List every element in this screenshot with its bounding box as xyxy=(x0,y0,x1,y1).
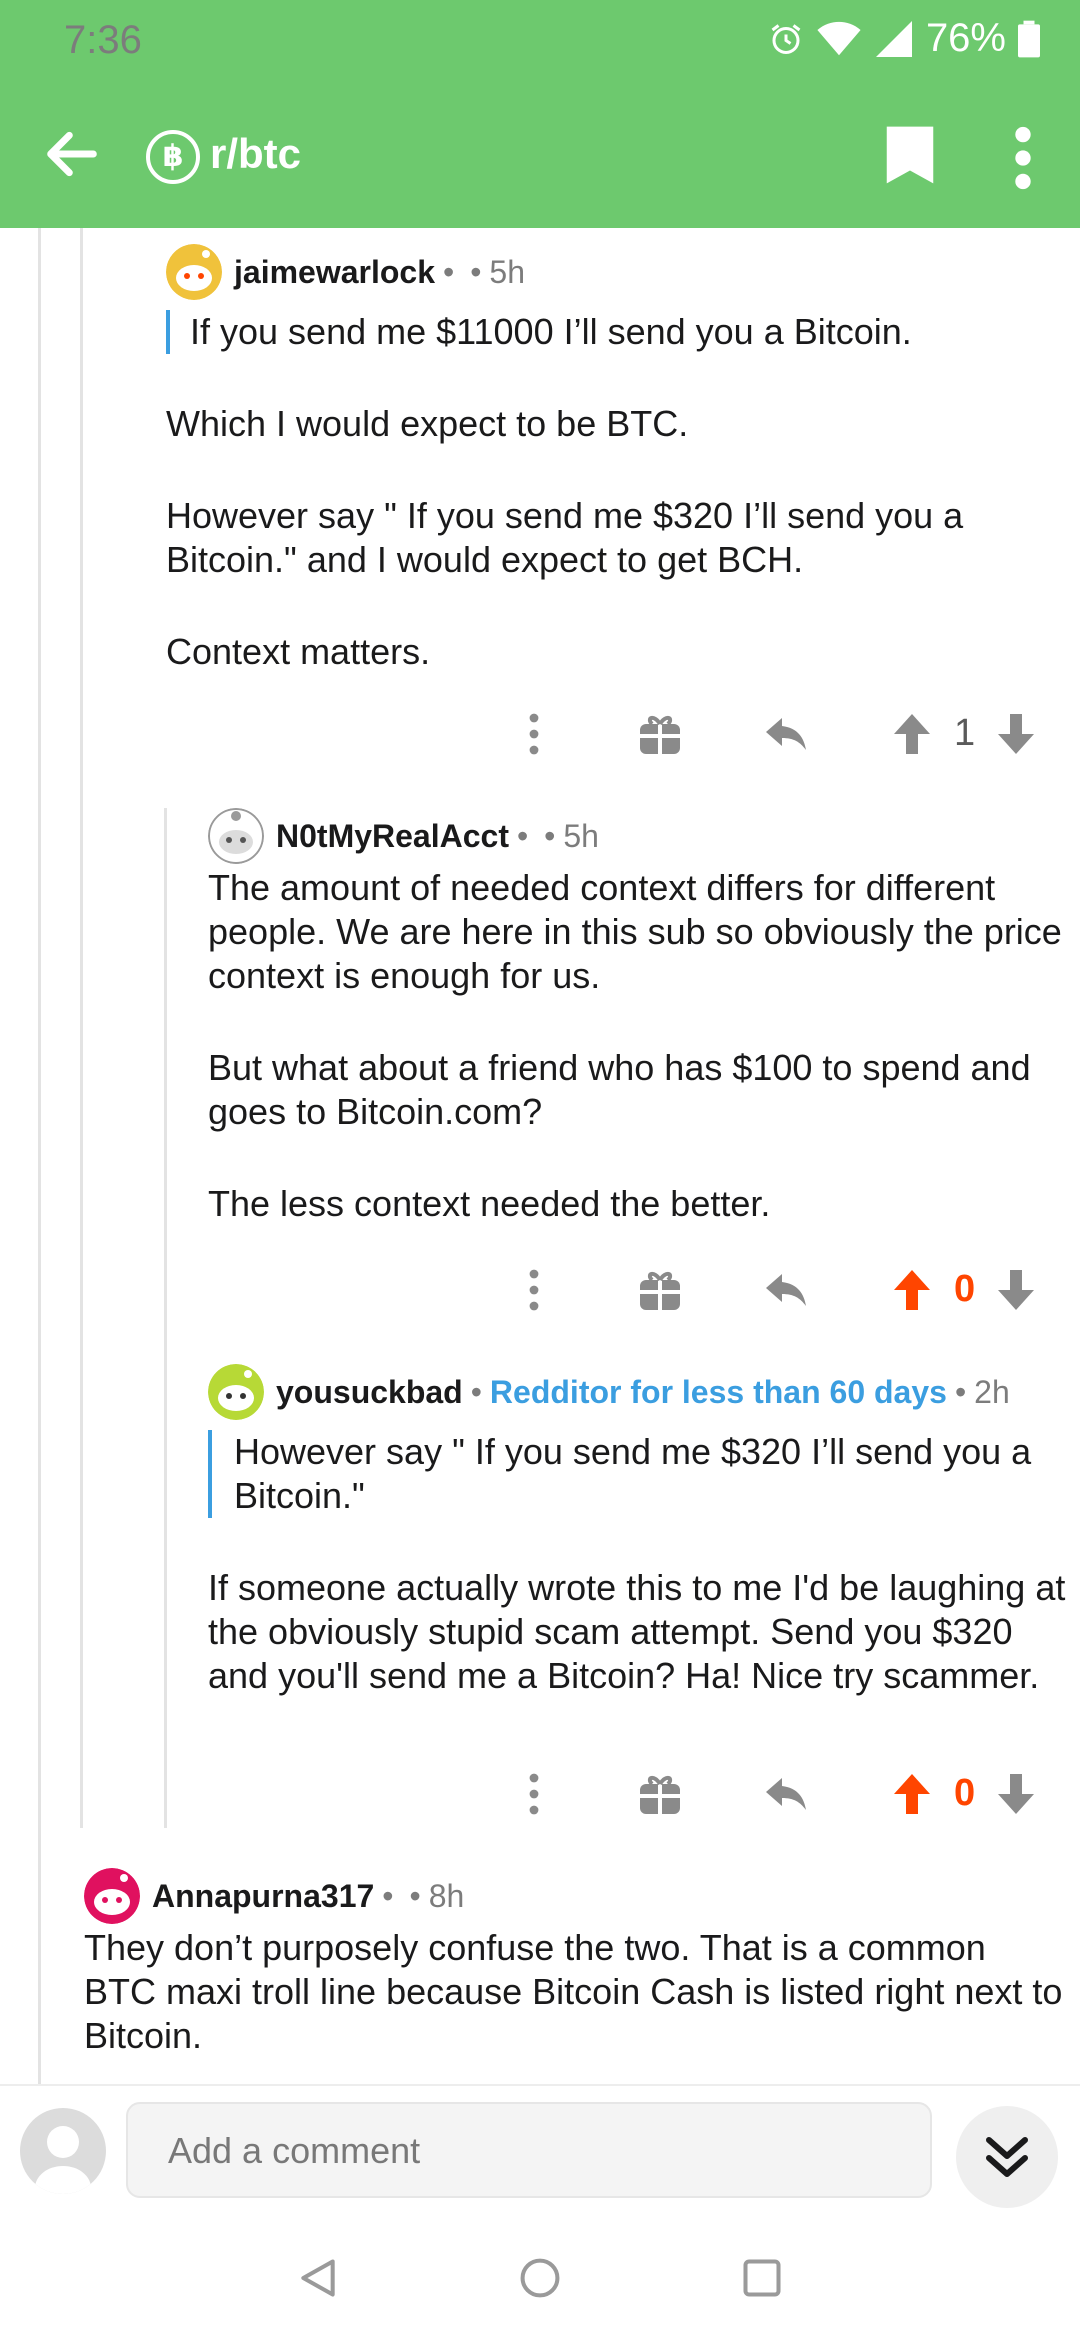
battery-icon xyxy=(1018,20,1040,57)
separator: • xyxy=(443,253,455,290)
comment: Annapurna317 • • 8h They don’t purposely… xyxy=(84,1866,1064,2058)
person-icon xyxy=(35,2126,91,2194)
collapse-button[interactable] xyxy=(956,2106,1058,2208)
status-bar: 7:36 76% xyxy=(0,0,1080,80)
separator: • xyxy=(382,1877,394,1914)
avatar[interactable] xyxy=(84,1868,140,1924)
vote-score: 1 xyxy=(954,712,976,754)
app-toolbar: ฿ r/btc xyxy=(0,80,1080,228)
username[interactable]: Annapurna317 xyxy=(152,1878,374,1915)
battery-percent: 76% xyxy=(925,16,1006,60)
separator: • xyxy=(544,817,556,854)
avatar[interactable] xyxy=(208,1364,264,1420)
blockquote: However say " If you send me $320 I’ll s… xyxy=(208,1430,1068,1518)
comment-meta: yousuckbad • Redditor for less than 60 d… xyxy=(208,1362,1068,1422)
downvote-icon[interactable] xyxy=(992,710,1040,758)
wifi-icon xyxy=(817,21,861,55)
subreddit-icon: ฿ xyxy=(146,130,200,184)
more-vert-icon[interactable] xyxy=(510,1770,558,1818)
paragraph: However say " If you send me $320 I’ll s… xyxy=(166,495,964,580)
blockquote: If you send me $11000 I’ll send you a Bi… xyxy=(166,310,1046,354)
add-comment-input[interactable]: Add a comment xyxy=(126,2102,932,2198)
comment-actions: 0 xyxy=(0,1764,1080,1824)
status-icons: 76% xyxy=(768,16,1040,61)
paragraph: The amount of needed context differs for… xyxy=(208,867,1062,996)
reply-icon[interactable] xyxy=(762,1266,810,1314)
award-icon[interactable] xyxy=(636,1266,684,1314)
comment-body: However say " If you send me $320 I’ll s… xyxy=(208,1430,1068,1698)
user-flair: Redditor for less than 60 days xyxy=(489,1373,947,1410)
paragraph: The less context needed the better. xyxy=(208,1183,771,1224)
paragraph: Context matters. xyxy=(166,631,431,672)
back-nav-icon[interactable] xyxy=(296,2256,340,2300)
downvote-icon[interactable] xyxy=(992,1770,1040,1818)
paragraph: If someone actually wrote this to me I'd… xyxy=(208,1567,1066,1696)
comment-time: 8h xyxy=(428,1877,465,1914)
comment-meta: jaimewarlock • • 5h xyxy=(166,242,1046,302)
downvote-icon[interactable] xyxy=(992,1266,1040,1314)
comment: jaimewarlock • • 5h If you send me $1100… xyxy=(166,242,1046,674)
username[interactable]: N0tMyRealAcct xyxy=(276,818,509,855)
award-icon[interactable] xyxy=(636,710,684,758)
award-icon[interactable] xyxy=(636,1770,684,1818)
avatar[interactable] xyxy=(208,808,264,864)
signal-icon xyxy=(875,20,912,57)
arrow-left-icon[interactable] xyxy=(40,122,104,186)
status-time: 7:36 xyxy=(64,18,142,62)
alarm-icon xyxy=(771,23,801,54)
more-vert-icon[interactable] xyxy=(510,1266,558,1314)
username[interactable]: yousuckbad xyxy=(276,1374,463,1411)
home-nav-icon[interactable] xyxy=(518,2256,562,2300)
separator: • xyxy=(470,1373,482,1410)
paragraph: They don’t purposely confuse the two. Th… xyxy=(84,1927,1063,2056)
vote-score: 0 xyxy=(954,1268,976,1310)
recents-nav-icon[interactable] xyxy=(740,2256,784,2300)
subreddit-name[interactable]: r/btc xyxy=(210,130,301,178)
separator: • xyxy=(409,1877,421,1914)
comment-actions: 0 xyxy=(0,1260,1080,1320)
system-navigation-bar xyxy=(0,2216,1080,2340)
user-avatar[interactable] xyxy=(20,2108,106,2194)
thread-line[interactable] xyxy=(80,228,83,1828)
separator: • xyxy=(954,1373,967,1410)
vote-score: 0 xyxy=(954,1772,976,1814)
more-vert-icon[interactable] xyxy=(1008,126,1038,190)
comment-time: 5h xyxy=(563,817,599,854)
upvote-icon[interactable] xyxy=(888,1266,936,1314)
comment-meta: N0tMyRealAcct • • 5h xyxy=(208,806,1068,866)
comment-body: They don’t purposely confuse the two. Th… xyxy=(84,1926,1064,2058)
comment: yousuckbad • Redditor for less than 60 d… xyxy=(208,1362,1068,1698)
upvote-icon[interactable] xyxy=(888,1770,936,1818)
bookmark-icon[interactable] xyxy=(884,124,936,186)
more-vert-icon[interactable] xyxy=(510,710,558,758)
separator: • xyxy=(516,817,529,854)
username[interactable]: jaimewarlock xyxy=(234,254,435,291)
reply-icon[interactable] xyxy=(762,710,810,758)
comment-compose-bar: Add a comment xyxy=(0,2086,1080,2216)
paragraph: But what about a friend who has $100 to … xyxy=(208,1047,1031,1132)
comment-time: 5h xyxy=(489,253,525,290)
reply-icon[interactable] xyxy=(762,1770,810,1818)
comment-time: 2h xyxy=(974,1373,1010,1410)
avatar[interactable] xyxy=(166,244,222,300)
paragraph: Which I would expect to be BTC. xyxy=(166,403,689,444)
upvote-icon[interactable] xyxy=(888,710,936,758)
separator: • xyxy=(470,253,482,290)
comment-meta: Annapurna317 • • 8h xyxy=(84,1866,1064,1926)
comment-body: The amount of needed context differs for… xyxy=(208,866,1068,1226)
comment-actions: 1 xyxy=(0,704,1080,764)
comment: N0tMyRealAcct • • 5h The amount of neede… xyxy=(208,806,1068,1226)
chevron-double-down-icon xyxy=(986,2137,1028,2177)
comment-body: If you send me $11000 I’ll send you a Bi… xyxy=(166,310,1046,674)
